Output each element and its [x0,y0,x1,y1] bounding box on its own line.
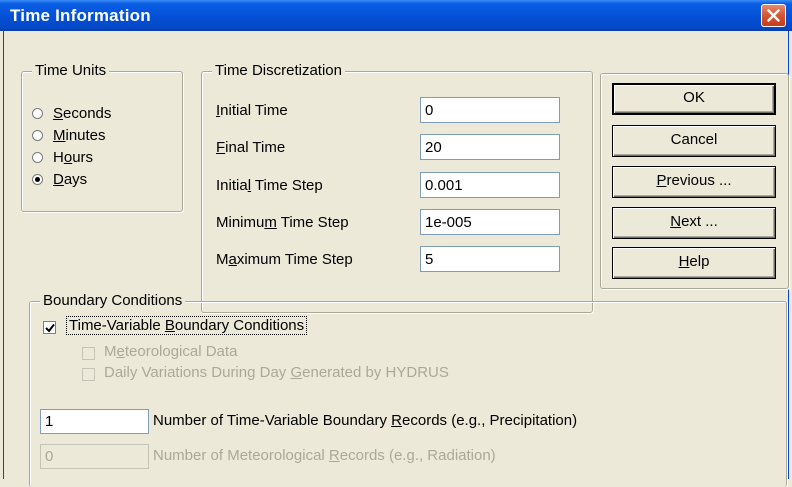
boundary-conditions-legend: Boundary Conditions [40,292,186,309]
meteorological-records-input[interactable] [40,444,149,469]
maximum-time-step-label: Maximum Time Step [216,251,353,268]
radio-days-label: Days [53,170,88,188]
minimum-time-step-row: Minimum Time Step [216,209,560,235]
next-button[interactable]: Next ... [612,207,776,239]
daily-variations-label: Daily Variations During Day Generated by… [104,364,449,381]
final-time-input[interactable] [420,134,560,160]
initial-time-step-row: Initial Time Step [216,172,560,198]
radio-minutes-label: Minutes [53,126,106,144]
radio-seconds-indicator[interactable] [32,107,43,119]
maximum-time-step-input[interactable] [420,246,560,272]
radio-seconds-label: Seconds [53,104,112,122]
minimum-time-step-label: Minimum Time Step [216,214,349,231]
checkmark-icon [45,323,55,333]
time-variable-bc-label: Time-Variable Boundary Conditions [66,316,308,335]
time-variable-bc-checkbox[interactable] [43,321,56,334]
meteorological-data-label: Meteorological Data [104,343,238,360]
initial-time-input[interactable] [420,97,560,123]
dialog-body: Time Units Seconds Minutes Hours Days Ti… [3,31,789,487]
initial-time-step-input[interactable] [420,172,560,198]
close-icon [767,9,780,22]
time-discretization-legend: Time Discretization [212,62,345,79]
radio-seconds[interactable]: Seconds [32,102,111,124]
daily-variations-checkbox[interactable] [82,368,95,381]
previous-button[interactable]: Previous ... [612,166,776,198]
radio-days-indicator[interactable] [32,173,43,185]
time-units-legend: Time Units [32,62,110,79]
time-units-group: Time Units Seconds Minutes Hours Days [21,62,183,212]
final-time-label: Final Time [216,139,286,156]
radio-hours[interactable]: Hours [32,146,93,168]
meteorological-data-checkbox[interactable] [82,347,95,360]
close-button[interactable] [761,4,786,27]
initial-time-step-label: Initial Time Step [216,177,323,194]
meteorological-records-label: Number of Meteorological Records (e.g., … [153,447,496,464]
initial-time-row: Initial Time [216,97,560,123]
radio-hours-indicator[interactable] [32,151,43,163]
radio-minutes-indicator[interactable] [32,129,43,141]
time-discretization-group: Time Discretization Initial Time Final T… [201,62,593,313]
radio-minutes[interactable]: Minutes [32,124,106,146]
minimum-time-step-input[interactable] [420,209,560,235]
initial-time-label: Initial Time [216,102,288,119]
cancel-button[interactable]: Cancel [612,125,776,157]
window-title: Time Information [10,6,151,25]
help-button[interactable]: Help [612,247,776,279]
boundary-records-label: Number of Time-Variable Boundary Records… [153,412,578,429]
ok-button[interactable]: OK [612,83,776,115]
maximum-time-step-row: Maximum Time Step [216,246,560,272]
radio-days[interactable]: Days [32,168,87,190]
boundary-records-input[interactable] [40,409,149,434]
final-time-row: Final Time [216,134,560,160]
title-bar: Time Information [0,0,792,31]
radio-hours-label: Hours [53,148,94,166]
